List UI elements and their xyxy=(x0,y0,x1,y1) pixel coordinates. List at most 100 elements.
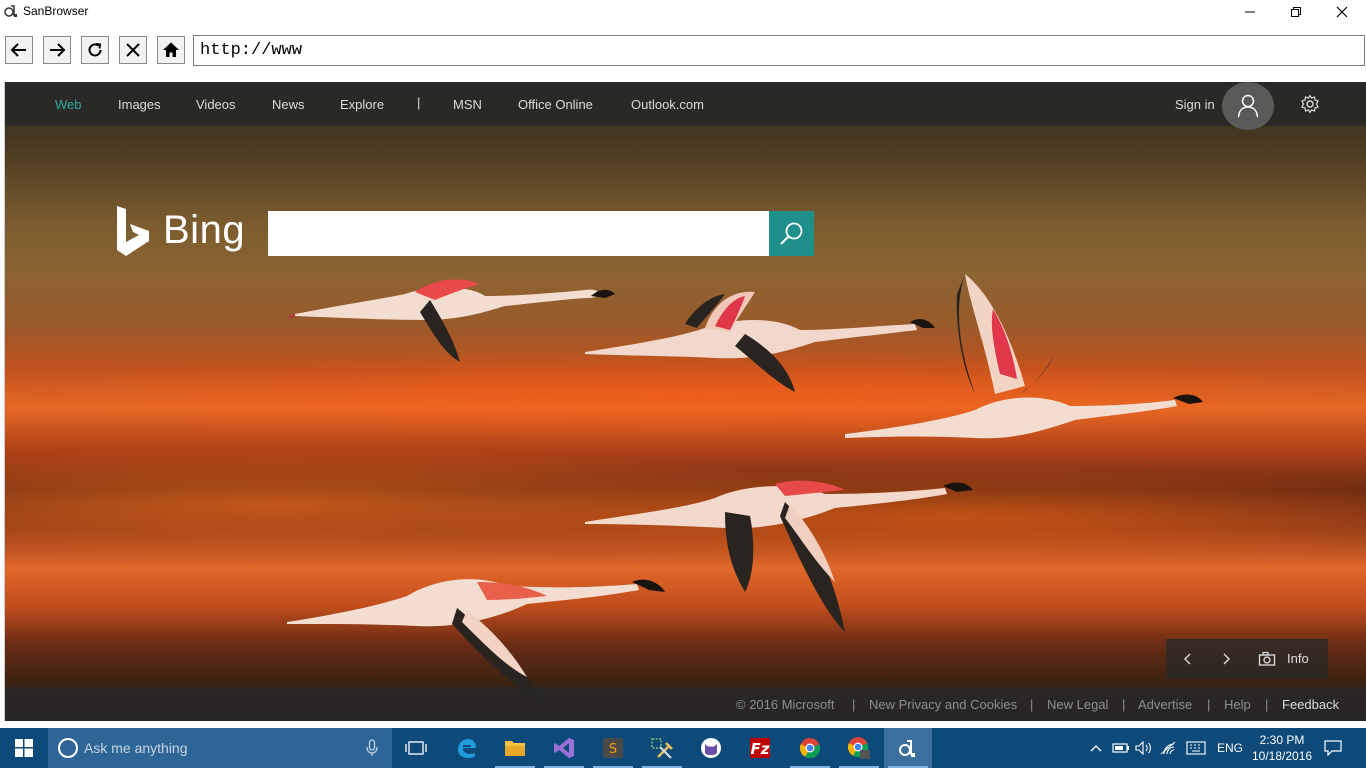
next-image-button[interactable] xyxy=(1216,649,1236,669)
cortana-icon xyxy=(58,738,78,758)
task-view-button[interactable] xyxy=(392,728,440,768)
back-button[interactable] xyxy=(5,36,33,64)
taskbar-sublime-text[interactable]: S xyxy=(589,728,637,768)
wifi-icon xyxy=(1160,741,1176,755)
restore-button[interactable] xyxy=(1273,0,1319,23)
taskbar-chrome-user[interactable] xyxy=(835,728,883,768)
nav-videos[interactable]: Videos xyxy=(196,97,236,112)
footer-separator: | xyxy=(1122,697,1126,712)
svg-text:S: S xyxy=(609,742,617,757)
windows-taskbar: Ask me anything S Fz ENG 2:30 PM 10/18/2… xyxy=(0,728,1366,768)
nav-web[interactable]: Web xyxy=(55,97,82,112)
edge-icon xyxy=(458,739,476,758)
browser-toolbar: http://www xyxy=(0,23,1366,80)
minimize-icon xyxy=(1245,11,1255,12)
footer-privacy-link[interactable]: New Privacy and Cookies xyxy=(869,697,1017,712)
arrow-right-icon xyxy=(50,43,66,57)
microphone-icon[interactable] xyxy=(366,739,378,757)
folder-icon xyxy=(505,741,525,756)
app-icon xyxy=(4,5,17,17)
bing-logo-icon xyxy=(117,206,149,256)
battery-icon xyxy=(1112,743,1129,753)
page-footer: © 2016 Microsoft | New Privacy and Cooki… xyxy=(5,687,1366,721)
taskbar-tools[interactable] xyxy=(638,728,686,768)
top-nav: Web Images Videos News Explore | MSN Off… xyxy=(5,82,1366,130)
taskbar-cat-app[interactable] xyxy=(687,728,735,768)
home-icon xyxy=(163,42,179,57)
chevron-right-icon xyxy=(1223,653,1230,665)
avatar[interactable] xyxy=(1222,82,1274,130)
flamingos-image xyxy=(287,274,1203,702)
footer-separator: | xyxy=(1030,697,1034,712)
gear-icon[interactable] xyxy=(1300,94,1320,114)
close-button[interactable] xyxy=(1319,0,1365,23)
chevron-up-icon xyxy=(1090,745,1102,752)
footer-advertise-link[interactable]: Advertise xyxy=(1138,697,1192,712)
battery-button[interactable] xyxy=(1110,728,1132,768)
speaker-icon xyxy=(1135,741,1151,755)
address-bar[interactable]: http://www xyxy=(193,35,1365,66)
camera-icon[interactable] xyxy=(1258,651,1276,667)
bing-logo-text: Bing xyxy=(163,208,246,252)
cortana-search-text: Ask me anything xyxy=(84,740,188,756)
footer-separator: | xyxy=(1207,697,1211,712)
touch-keyboard-button[interactable] xyxy=(1183,728,1209,768)
notification-icon xyxy=(1324,740,1342,756)
stop-icon xyxy=(126,43,140,57)
previous-image-button[interactable] xyxy=(1178,649,1198,669)
chrome-icon xyxy=(799,738,821,759)
taskbar-edge[interactable] xyxy=(442,728,490,768)
nav-news[interactable]: News xyxy=(272,97,305,112)
arrow-left-icon xyxy=(10,43,26,57)
chevron-left-icon xyxy=(1184,653,1191,665)
svg-text:Fz: Fz xyxy=(751,740,770,758)
home-button[interactable] xyxy=(157,36,185,64)
footer-help-link[interactable]: Help xyxy=(1224,697,1251,712)
taskbar-visual-studio[interactable] xyxy=(540,728,588,768)
clock-date: 10/18/2016 xyxy=(1252,749,1313,763)
cortana-search-box[interactable]: Ask me anything xyxy=(48,728,392,768)
search-icon xyxy=(779,222,802,245)
forward-button[interactable] xyxy=(43,36,71,64)
image-carousel-controls: Info xyxy=(1166,639,1328,679)
refresh-button[interactable] xyxy=(81,36,109,64)
page-viewport: Web Images Videos News Explore | MSN Off… xyxy=(4,82,1366,721)
nav-separator: | xyxy=(417,95,421,110)
image-info-link[interactable]: Info xyxy=(1287,651,1309,666)
chrome-user-icon xyxy=(847,737,870,759)
search-button[interactable] xyxy=(769,211,814,256)
action-center-button[interactable] xyxy=(1318,728,1348,768)
footer-separator: | xyxy=(852,697,856,712)
task-view-icon xyxy=(405,741,427,755)
title-bar: SanBrowser xyxy=(0,0,1366,23)
start-button[interactable] xyxy=(0,728,48,768)
footer-separator: | xyxy=(1265,697,1269,712)
stop-button[interactable] xyxy=(119,36,147,64)
cat-app-icon xyxy=(701,738,721,758)
taskbar-file-explorer[interactable] xyxy=(491,728,539,768)
sign-in-link[interactable]: Sign in xyxy=(1175,97,1215,112)
nav-office-online[interactable]: Office Online xyxy=(518,97,593,112)
system-clock[interactable]: 2:30 PM 10/18/2016 xyxy=(1252,732,1312,764)
windows-logo-icon xyxy=(15,739,33,757)
nav-images[interactable]: Images xyxy=(118,97,161,112)
visual-studio-icon xyxy=(554,738,574,758)
input-language[interactable]: ENG xyxy=(1212,728,1248,768)
restore-icon xyxy=(1291,6,1301,17)
minimize-button[interactable] xyxy=(1227,0,1273,23)
tools-icon xyxy=(651,738,673,759)
taskbar-chrome[interactable] xyxy=(786,728,834,768)
nav-explore[interactable]: Explore xyxy=(340,97,384,112)
network-button[interactable] xyxy=(1158,728,1180,768)
volume-button[interactable] xyxy=(1133,728,1155,768)
footer-legal-link[interactable]: New Legal xyxy=(1047,697,1108,712)
copyright-text: © 2016 Microsoft xyxy=(736,697,835,712)
footer-feedback-link[interactable]: Feedback xyxy=(1282,697,1339,712)
show-hidden-icons-button[interactable] xyxy=(1086,728,1106,768)
taskbar-filezilla[interactable]: Fz xyxy=(736,728,784,768)
user-icon xyxy=(1237,94,1259,118)
nav-outlook[interactable]: Outlook.com xyxy=(631,97,704,112)
nav-msn[interactable]: MSN xyxy=(453,97,482,112)
taskbar-sanbrowser[interactable] xyxy=(884,728,932,768)
search-input[interactable] xyxy=(268,211,769,256)
